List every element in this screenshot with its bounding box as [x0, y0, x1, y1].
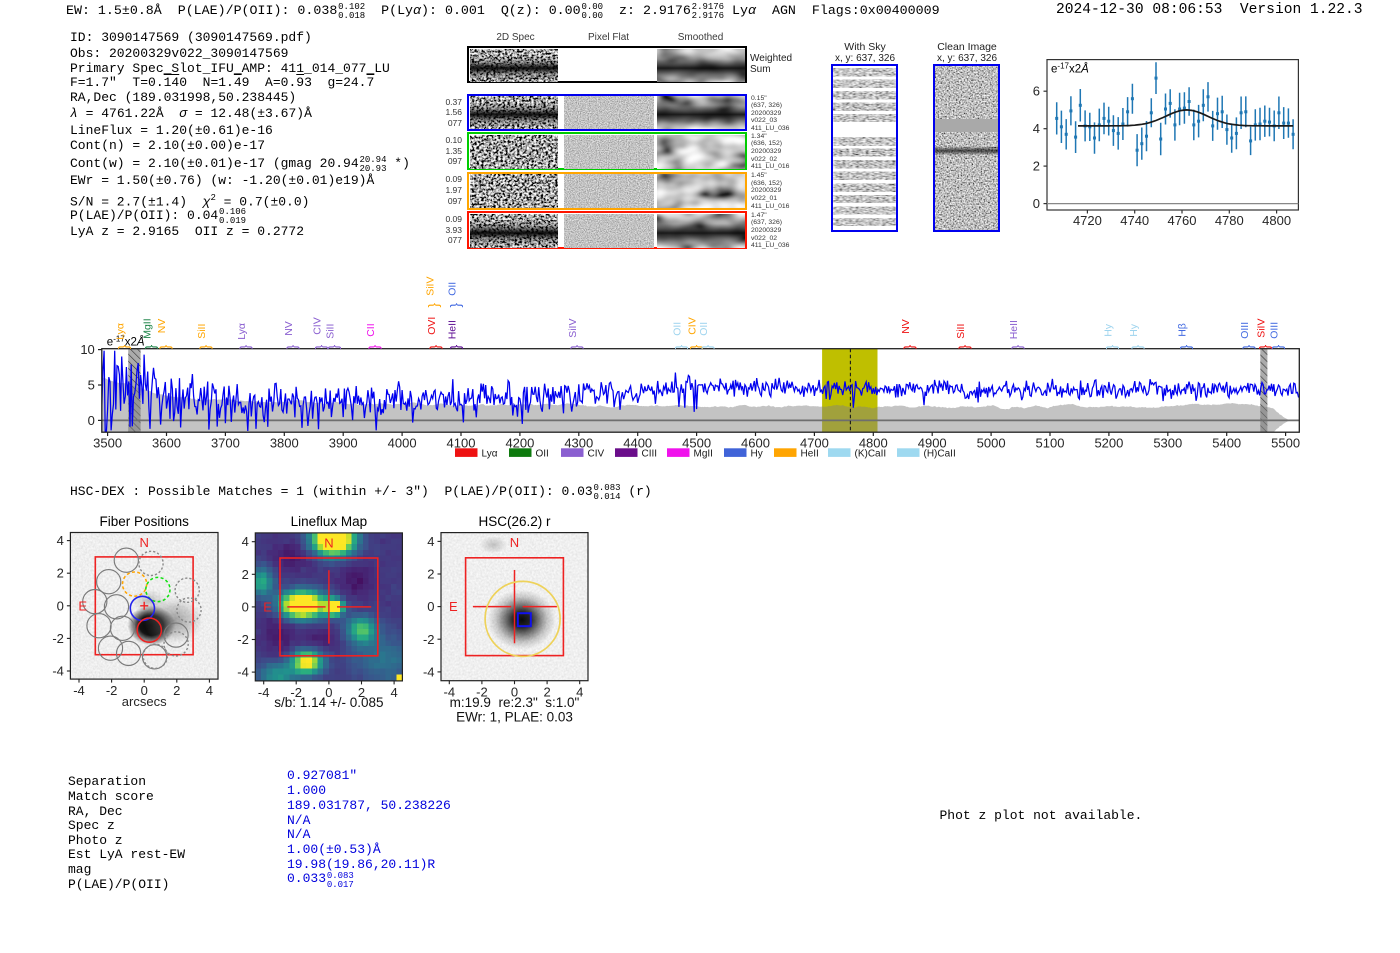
svg-text:E: E: [449, 599, 458, 614]
svg-text:m:19.9 re:2.3" s:1.0": m:19.9 re:2.3" s:1.0": [450, 695, 580, 710]
svg-text:-2: -2: [423, 632, 435, 647]
svg-text:N: N: [510, 535, 519, 550]
svg-text:-4: -4: [423, 664, 435, 679]
svg-text:2: 2: [427, 567, 434, 582]
svg-text:HSC(26.2) r: HSC(26.2) r: [478, 514, 551, 529]
svg-text:4: 4: [427, 534, 434, 549]
svg-text:0: 0: [427, 599, 434, 614]
svg-text:EWr: 1, PLAE: 0.03: EWr: 1, PLAE: 0.03: [456, 710, 573, 725]
